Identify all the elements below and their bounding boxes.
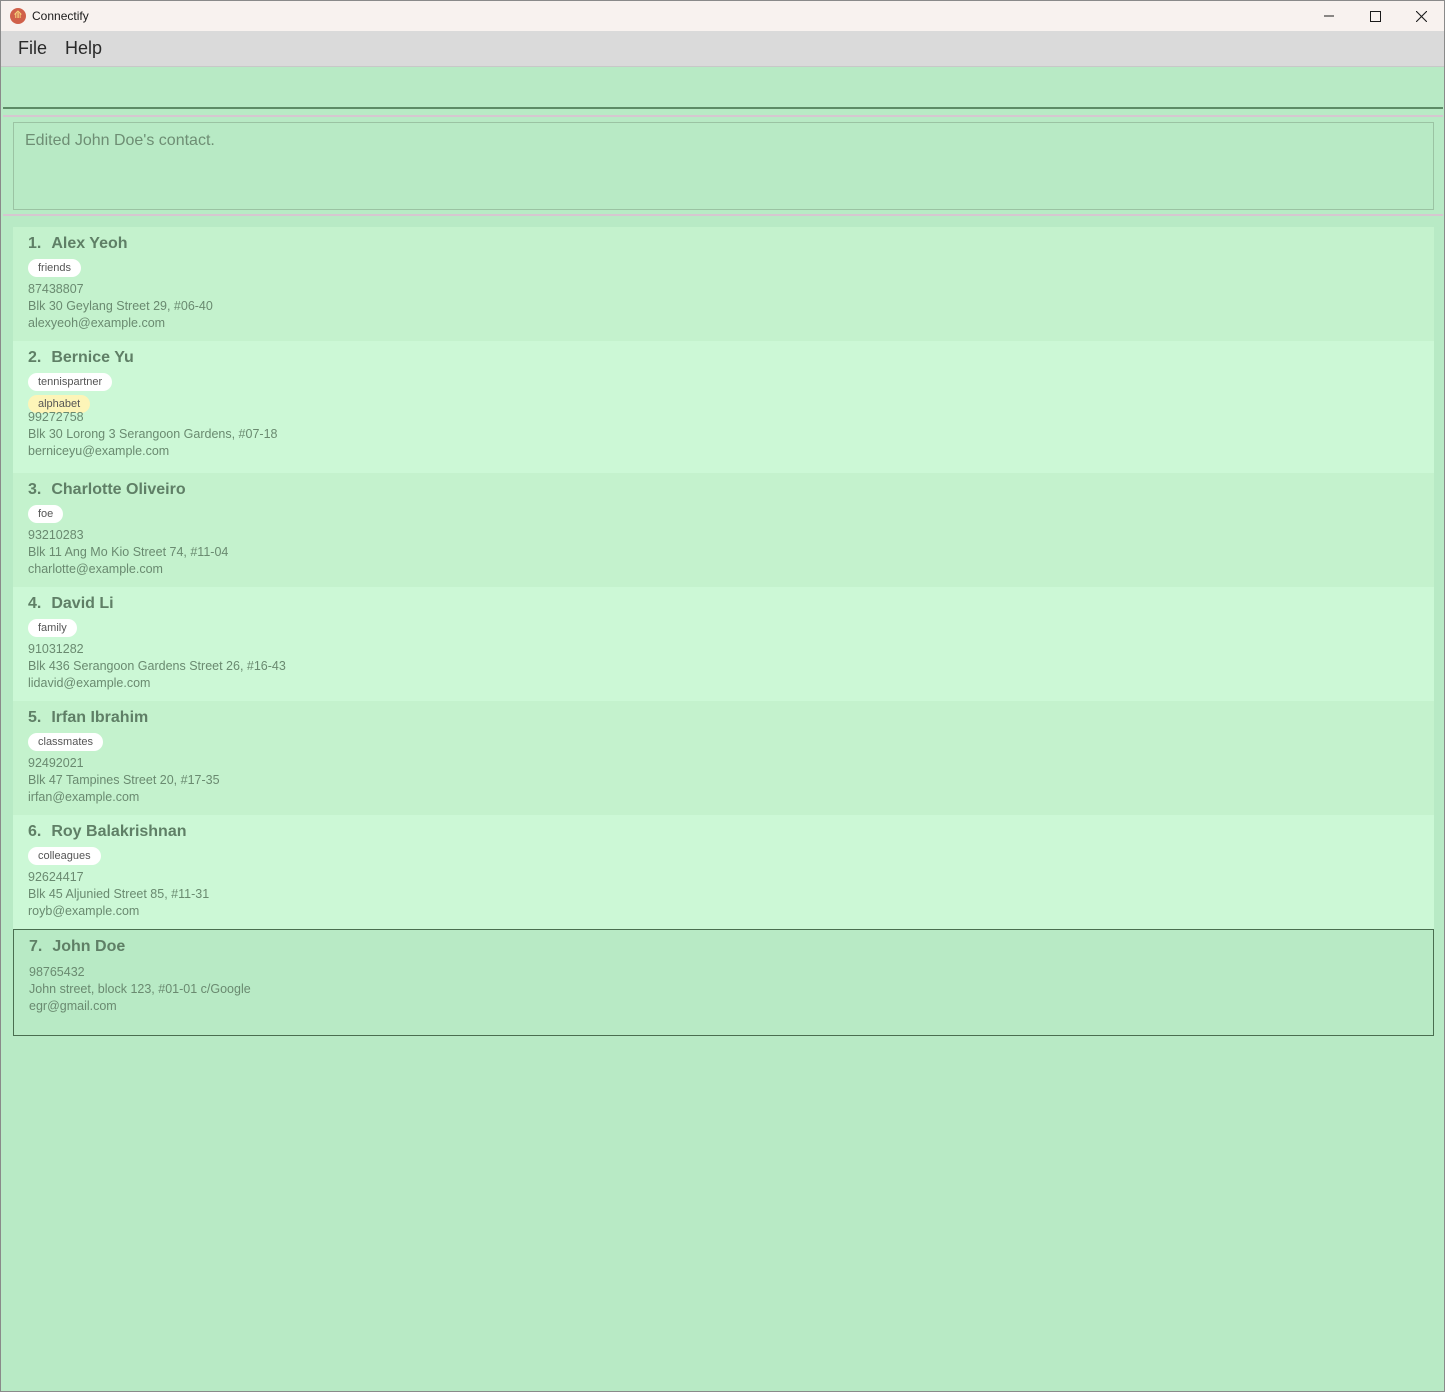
command-box xyxy=(3,68,1443,109)
person-index: 3. xyxy=(28,481,42,498)
person-phone: 92492021 xyxy=(28,756,84,770)
person-card[interactable]: 7. John Doe 98765432 John street, block 123… xyxy=(13,929,1434,1036)
person-phone: 92624417 xyxy=(28,870,84,884)
person-tags: friends xyxy=(28,258,1419,277)
person-name: Charlotte Oliveiro xyxy=(51,481,186,498)
person-address: Blk 30 Lorong 3 Serangoon Gardens, #07-1… xyxy=(28,427,278,441)
person-name-row: 5. Irfan Ibrahim xyxy=(28,709,1419,727)
person-email: charlotte@example.com xyxy=(28,562,163,576)
person-phone: 91031282 xyxy=(28,642,84,656)
person-index: 6. xyxy=(28,823,42,840)
person-name-row: 3. Charlotte Oliveiro xyxy=(28,481,1419,499)
person-index: 4. xyxy=(28,595,42,612)
person-name-row: 1. Alex Yeoh xyxy=(28,235,1419,253)
tag-badge: family xyxy=(28,619,77,637)
person-email: berniceyu@example.com xyxy=(28,444,170,458)
person-email: egr@gmail.com xyxy=(29,999,117,1013)
person-index: 1. xyxy=(28,235,42,252)
tag-badge: foe xyxy=(28,505,64,523)
person-email: alexyeoh@example.com xyxy=(28,316,166,330)
person-name: John Doe xyxy=(52,938,126,955)
person-index: 5. xyxy=(28,709,42,726)
person-address: Blk 436 Serangoon Gardens Street 26, #16… xyxy=(28,659,286,673)
window-title: Connectify xyxy=(32,9,89,23)
person-tags: classmates xyxy=(28,732,1419,751)
command-input[interactable] xyxy=(3,68,1443,107)
person-phone: 98765432 xyxy=(29,965,85,979)
tag-badge: colleagues xyxy=(28,847,101,865)
person-address: Blk 11 Ang Mo Kio Street 74, #11-04 xyxy=(28,545,229,559)
person-email: royb@example.com xyxy=(28,904,140,918)
person-name-row: 2. Bernice Yu xyxy=(28,349,1419,367)
person-phone: 93210283 xyxy=(28,528,84,542)
title-bar[interactable]: ⟰ Connectify xyxy=(1,1,1444,31)
person-list[interactable]: 1. Alex Yeoh friends 87438807 Blk 30 Geylang… xyxy=(13,227,1434,1036)
person-name: Roy Balakrishnan xyxy=(51,823,187,840)
person-tags: tennispartner alphabet xyxy=(28,372,1419,413)
person-name: David Li xyxy=(51,595,114,612)
person-index: 7. xyxy=(29,938,43,955)
person-name-row: 7. John Doe xyxy=(29,938,1418,956)
person-email: lidavid@example.com xyxy=(28,676,151,690)
person-email: irfan@example.com xyxy=(28,790,140,804)
menu-file[interactable]: File xyxy=(9,38,56,59)
person-card[interactable]: 1. Alex Yeoh friends 87438807 Blk 30 Geylang… xyxy=(13,227,1434,341)
person-card[interactable]: 3. Charlotte Oliveiro foe 93210283 Blk 11 An… xyxy=(13,473,1434,587)
tag-badge: friends xyxy=(28,259,82,277)
close-button[interactable] xyxy=(1398,1,1444,31)
person-card[interactable]: 4. David Li family 91031282 Blk 436 Serangoo… xyxy=(13,587,1434,701)
person-name: Alex Yeoh xyxy=(51,235,128,252)
person-name: Bernice Yu xyxy=(51,349,134,366)
person-address: John street, block 123, #01-01 c/Google xyxy=(29,982,251,996)
tag-badge: classmates xyxy=(28,733,104,751)
menu-bar: File Help xyxy=(1,31,1444,67)
person-tags: colleagues xyxy=(28,846,1419,865)
app-window: ⟰ Connectify File Help Edited John Doe's… xyxy=(0,0,1445,1392)
person-tags: family xyxy=(28,618,1419,637)
result-display[interactable]: Edited John Doe's contact. xyxy=(13,122,1434,210)
close-icon xyxy=(1415,10,1427,22)
maximize-icon xyxy=(1369,10,1381,22)
person-address: Blk 30 Geylang Street 29, #06-40 xyxy=(28,299,213,313)
minimize-icon xyxy=(1324,15,1334,17)
menu-help[interactable]: Help xyxy=(56,38,111,59)
window-controls xyxy=(1306,1,1444,31)
person-name-row: 6. Roy Balakrishnan xyxy=(28,823,1419,841)
person-address: Blk 45 Aljunied Street 85, #11-31 xyxy=(28,887,210,901)
person-phone: 87438807 xyxy=(28,282,84,296)
minimize-button[interactable] xyxy=(1306,1,1352,31)
divider xyxy=(3,115,1443,117)
person-name-row: 4. David Li xyxy=(28,595,1419,613)
result-message: Edited John Doe's contact. xyxy=(25,132,215,149)
tag-badge: tennispartner xyxy=(28,373,113,391)
person-address: Blk 47 Tampines Street 20, #17-35 xyxy=(28,773,220,787)
person-tags: foe xyxy=(28,504,1419,523)
person-card[interactable]: 2. Bernice Yu tennispartner alphabet 9927275… xyxy=(13,341,1434,473)
person-card[interactable]: 6. Roy Balakrishnan colleagues 92624417 Blk … xyxy=(13,815,1434,929)
person-name: Irfan Ibrahim xyxy=(51,709,149,726)
person-card[interactable]: 5. Irfan Ibrahim classmates 92492021 Blk 47 … xyxy=(13,701,1434,815)
maximize-button[interactable] xyxy=(1352,1,1398,31)
connectify-app-icon: ⟰ xyxy=(10,8,26,24)
person-phone: 99272758 xyxy=(28,410,84,424)
person-index: 2. xyxy=(28,349,42,366)
divider xyxy=(3,214,1443,216)
